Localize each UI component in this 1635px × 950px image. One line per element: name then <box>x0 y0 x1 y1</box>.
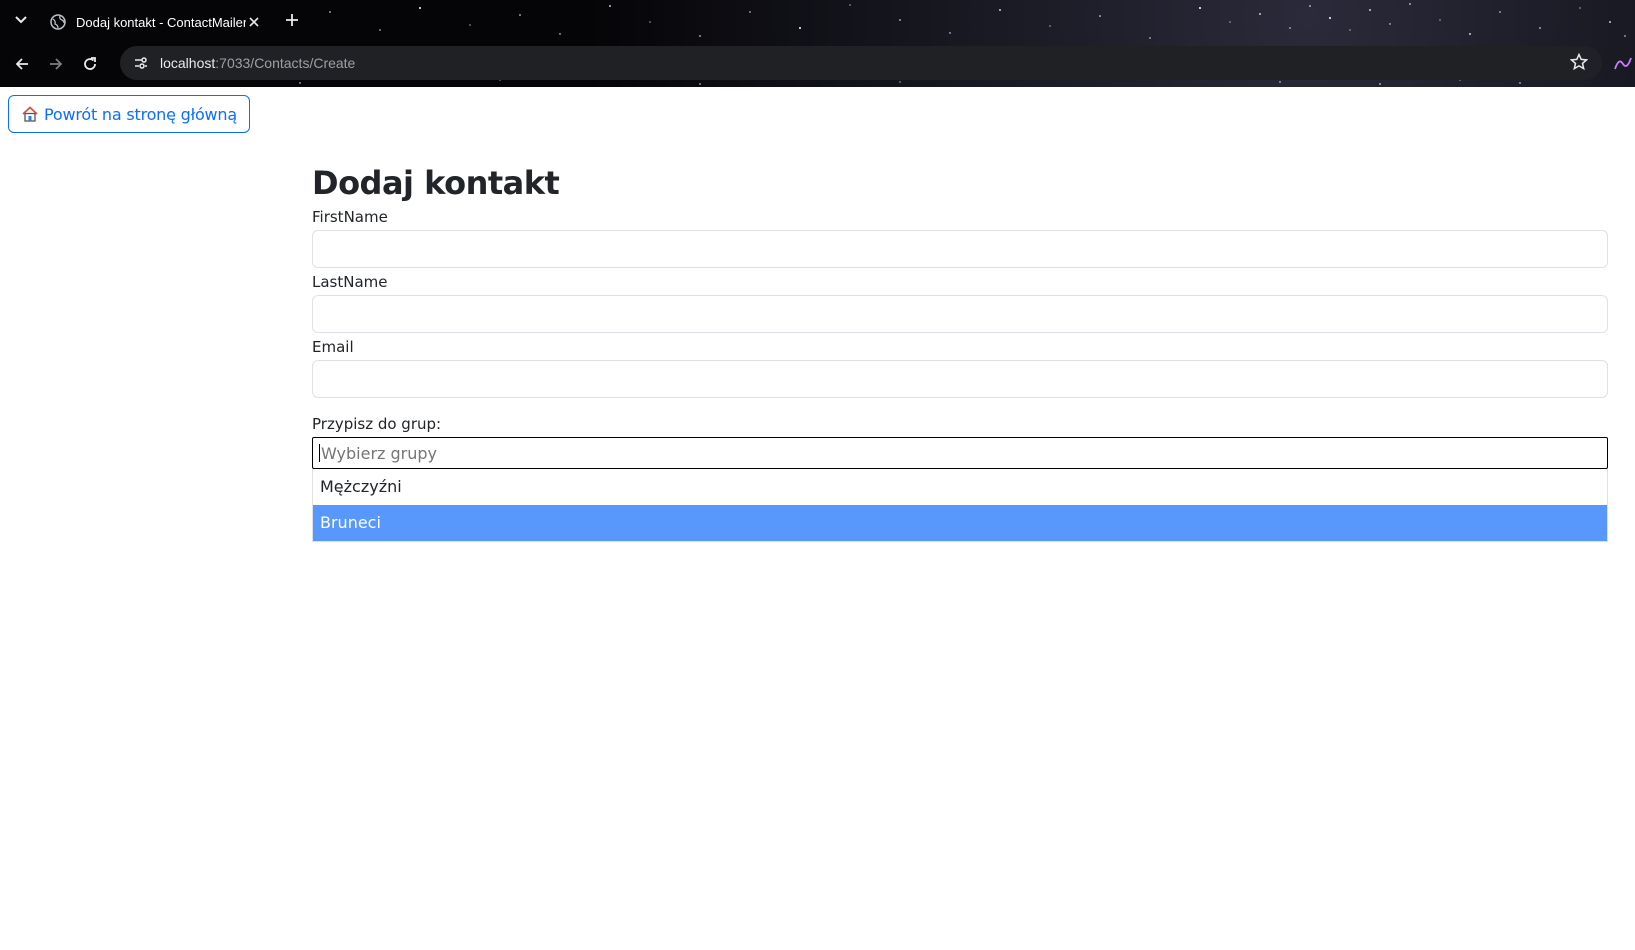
browser-toolbar: localhost:7033/Contacts/Create <box>0 44 1635 84</box>
group-option-bruneci[interactable]: Bruneci <box>313 505 1607 541</box>
house-icon <box>22 106 38 122</box>
last-name-field[interactable] <box>312 295 1608 333</box>
globe-icon <box>50 14 66 30</box>
tab-strip: Dodaj kontakt - ContactMailer <box>0 0 1635 40</box>
address-bar[interactable]: localhost:7033/Contacts/Create <box>120 46 1602 80</box>
site-settings-icon[interactable] <box>130 52 152 74</box>
new-tab-plus-icon[interactable] <box>280 8 304 32</box>
create-contact-form: Dodaj kontakt FirstName LastName Email P… <box>312 163 1608 542</box>
home-button[interactable]: Powrót na stronę główną <box>8 95 250 133</box>
groups-multiselect: Wybierz grupy Mężczyźni Bruneci <box>312 437 1608 542</box>
last-name-label: LastName <box>312 273 388 291</box>
extension-icon[interactable] <box>1612 52 1634 74</box>
back-arrow-icon[interactable] <box>8 50 36 78</box>
tab-active[interactable]: Dodaj kontakt - ContactMailer <box>40 4 272 40</box>
first-name-label: FirstName <box>312 208 388 226</box>
reload-icon[interactable] <box>76 50 104 78</box>
tab-close-icon[interactable] <box>246 14 262 30</box>
page-title: Dodaj kontakt <box>312 164 560 202</box>
forward-arrow-icon[interactable] <box>42 50 70 78</box>
groups-placeholder: Wybierz grupy <box>321 443 438 463</box>
home-button-label: Powrót na stronę główną <box>44 104 237 124</box>
tab-title: Dodaj kontakt - ContactMailer <box>76 14 246 30</box>
email-label: Email <box>312 338 354 356</box>
groups-dropdown: Mężczyźni Bruneci <box>312 469 1608 542</box>
first-name-field[interactable] <box>312 230 1608 268</box>
url-host: localhost <box>160 55 216 71</box>
bookmark-star-icon[interactable] <box>1569 52 1590 73</box>
groups-search-input[interactable]: Wybierz grupy <box>312 437 1608 469</box>
groups-label: Przypisz do grup: <box>312 415 442 433</box>
url-text: localhost:7033/Contacts/Create <box>160 55 355 71</box>
group-option-mezczyzni[interactable]: Mężczyźni <box>313 469 1607 505</box>
text-caret <box>319 444 320 462</box>
browser-chrome: Dodaj kontakt - ContactMailer localhost:… <box>0 0 1635 87</box>
email-field[interactable] <box>312 360 1608 398</box>
url-path: :7033/Contacts/Create <box>215 55 356 71</box>
tab-search-chevron-icon[interactable] <box>10 9 32 31</box>
